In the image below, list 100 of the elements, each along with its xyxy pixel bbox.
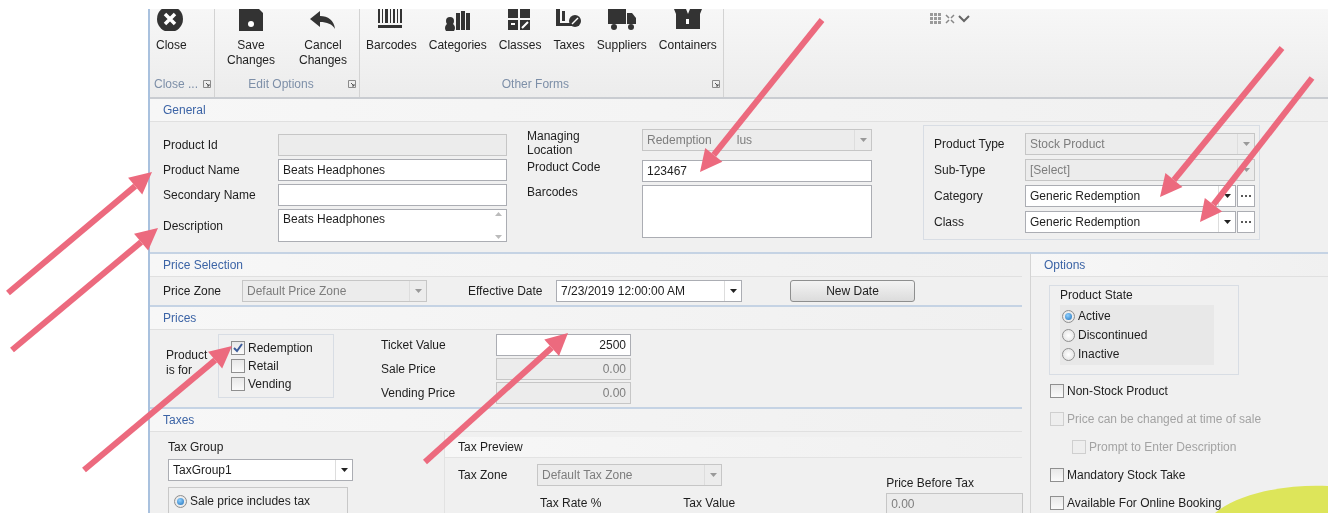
ribbon-button[interactable]: Barcodes	[360, 9, 423, 73]
checkbox[interactable]	[1050, 468, 1064, 482]
field-label: Description	[163, 218, 225, 233]
list-box[interactable]	[642, 185, 872, 238]
ribbon-button[interactable]: Cancel Changes	[287, 9, 359, 73]
caret-icon	[709, 473, 717, 477]
field-value: 0.00	[602, 386, 626, 400]
ribbon-button[interactable]: Close	[150, 9, 193, 73]
checkbox[interactable]	[1050, 496, 1064, 510]
field-label: Barcodes	[527, 185, 579, 199]
ribbon-icon	[606, 9, 637, 31]
text-field[interactable]	[278, 184, 507, 206]
text-field[interactable]: 123467	[642, 160, 872, 182]
field-label: Managing Location	[527, 129, 581, 157]
field-value: Stock Product	[1030, 137, 1105, 151]
caret-icon	[729, 289, 737, 293]
ribbon-icon	[672, 9, 703, 31]
field-label: Class	[934, 215, 965, 229]
caret-icon	[859, 138, 867, 142]
field-label: Sub-Type	[934, 163, 987, 177]
field-value: Beats Headphones	[283, 163, 386, 177]
checkbox[interactable]	[231, 359, 245, 373]
section-title: Options	[1044, 258, 1086, 272]
grid-icon[interactable]	[930, 13, 942, 25]
checkbox-label: Retail	[248, 359, 279, 373]
group-label: Other Forms	[501, 77, 570, 91]
section-title: Price Selection	[163, 258, 244, 272]
field-label: Product Id	[163, 138, 219, 152]
field-value: TaxGroup1	[173, 463, 232, 477]
dialog-launcher-icon[interactable]	[711, 80, 720, 88]
ribbon-button[interactable]: Save Changes	[215, 9, 287, 73]
section-title: Taxes	[163, 413, 195, 427]
ribbon-icon	[236, 9, 266, 31]
field-value: lus	[736, 133, 753, 147]
field-value: Beats Headphones	[283, 212, 386, 226]
caret-icon	[1242, 168, 1250, 172]
field-value: 0.00	[602, 362, 626, 376]
dialog-launcher-icon[interactable]	[203, 80, 211, 88]
field-label: Category	[934, 189, 984, 203]
text-area[interactable]: Beats Headphones	[278, 209, 507, 242]
checkbox[interactable]	[1050, 384, 1064, 398]
field-value: Generic Redemption	[1030, 215, 1141, 229]
checkbox[interactable]	[231, 377, 245, 391]
checkbox-label: Prompt to Enter Description	[1089, 440, 1237, 454]
chevron-down-icon[interactable]	[958, 15, 970, 23]
checkbox-label: Price can be changed at time of sale	[1067, 412, 1262, 426]
text-field[interactable]: Beats Headphones	[278, 159, 507, 181]
checkbox-label: Mandatory Stock Take	[1067, 468, 1186, 482]
checkbox-label: Redemption	[248, 341, 313, 355]
group-label: Edit Options	[248, 77, 314, 91]
dialog-launcher-icon[interactable]	[348, 80, 356, 88]
new-date-button[interactable]: New Date	[790, 280, 915, 302]
section-title: General	[163, 103, 206, 117]
column-header: Tax Value	[683, 496, 736, 510]
field-value: 123467	[647, 164, 688, 178]
scroll-down-icon[interactable]	[494, 235, 502, 239]
dropdown-field[interactable]: 7/23/2019 12:00:00 AM	[556, 280, 742, 302]
field-label: Product Type	[934, 137, 1006, 151]
checkbox[interactable]	[231, 341, 245, 355]
section-title: Tax Preview	[458, 440, 523, 454]
caret-icon	[414, 289, 422, 293]
radio-label: Discontinued	[1078, 328, 1148, 342]
ribbon-button[interactable]: Classes	[492, 9, 548, 73]
dropdown-field[interactable]: Generic Redemption	[1025, 185, 1236, 207]
field-value: 0.00	[891, 497, 915, 511]
group-title: Product State	[1060, 288, 1133, 302]
field-value: Generic Redemption	[1030, 189, 1141, 203]
dropdown-field[interactable]: Generic Redemption	[1025, 211, 1236, 233]
ribbon-button[interactable]: Containers	[652, 9, 723, 73]
radio-button[interactable]	[1062, 328, 1075, 342]
ribbon-button[interactable]: Suppliers	[590, 9, 653, 73]
field-value: 7/23/2019 12:00:00 AM	[561, 284, 686, 298]
more-button[interactable]	[1237, 211, 1255, 233]
radio-label: Active	[1078, 309, 1111, 323]
field-value: Default Tax Zone	[542, 468, 633, 482]
ribbon-icon	[442, 9, 473, 31]
caret-icon	[1223, 194, 1231, 198]
group-label: Close ...	[154, 77, 198, 91]
ribbon-icon	[308, 9, 338, 31]
field-label: Ticket Value	[381, 338, 447, 352]
radio-button[interactable]	[1062, 347, 1075, 361]
expand-icon[interactable]	[945, 14, 955, 24]
ribbon-button[interactable]: Taxes	[547, 9, 591, 73]
caret-icon	[1223, 220, 1231, 224]
more-button[interactable]	[1237, 185, 1255, 207]
field-label: Price Before Tax	[886, 476, 974, 490]
caret-icon	[340, 468, 348, 472]
field-value: 2500	[599, 338, 626, 352]
radio-button[interactable]	[174, 494, 187, 508]
field-label: Price Zone	[163, 284, 223, 298]
ribbon-button[interactable]: Categories	[422, 9, 493, 73]
checkbox-label: Available For Online Booking	[1067, 496, 1222, 510]
field-label: Product is for	[166, 348, 206, 378]
field-label: Secondary Name	[163, 188, 257, 202]
section-title: Prices	[163, 311, 197, 325]
field-label: Vending Price	[381, 386, 457, 400]
dropdown-field[interactable]: TaxGroup1	[168, 459, 353, 481]
radio-button[interactable]	[1062, 309, 1075, 323]
scroll-up-icon[interactable]	[494, 212, 502, 216]
checkbox-label: Vending	[248, 377, 292, 391]
